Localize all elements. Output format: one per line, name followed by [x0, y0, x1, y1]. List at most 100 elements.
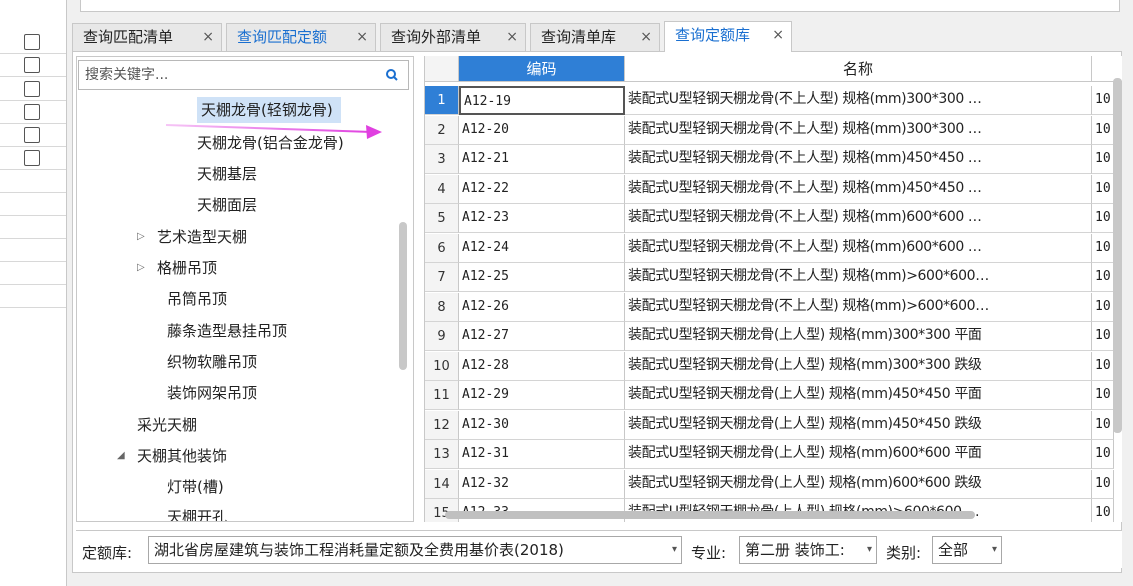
unit-cell[interactable]: 10	[1092, 292, 1114, 322]
row-number[interactable]: 2	[425, 115, 459, 145]
close-icon[interactable]: ×	[506, 24, 518, 50]
close-icon[interactable]: ×	[772, 22, 784, 48]
row-number[interactable]: 11	[425, 381, 459, 410]
name-cell[interactable]: 装配式U型轻钢天棚龙骨(上人型) 规格(mm)600*600 平面	[625, 440, 1092, 469]
tab-4[interactable]: 查询清单库 ×	[530, 23, 660, 51]
unit-cell[interactable]: 10	[1092, 263, 1114, 292]
row-number[interactable]: 13	[425, 440, 459, 469]
major-select[interactable]: 第二册 装饰工: ▾	[739, 536, 877, 564]
tab-1[interactable]: 查询匹配清单 ×	[72, 23, 222, 51]
row-checkbox[interactable]	[24, 150, 40, 166]
code-cell[interactable]: A12-20	[459, 115, 625, 145]
collapse-icon[interactable]: ◢	[117, 443, 125, 469]
tab-5[interactable]: 查询定额库 ×	[664, 21, 792, 52]
code-cell[interactable]: A12-30	[459, 410, 625, 440]
unit-cell[interactable]: 10	[1092, 469, 1114, 499]
row-number[interactable]: 8	[425, 292, 459, 322]
row-number[interactable]: 7	[425, 263, 459, 292]
row-checkbox[interactable]	[24, 81, 40, 97]
name-cell[interactable]: 装配式U型轻钢天棚龙骨(不上人型) 规格(mm)>600*600…	[625, 263, 1092, 292]
search-icon[interactable]	[384, 67, 400, 83]
row-number[interactable]: 4	[425, 174, 459, 204]
code-cell[interactable]: A12-29	[459, 381, 625, 410]
close-icon[interactable]: ×	[356, 24, 368, 50]
code-cell[interactable]: A12-26	[459, 292, 625, 322]
unit-cell[interactable]: 10	[1092, 381, 1114, 410]
name-cell[interactable]: 装配式U型轻钢天棚龙骨(不上人型) 规格(mm)>600*600…	[625, 292, 1092, 322]
name-cell[interactable]: 装配式U型轻钢天棚龙骨(不上人型) 规格(mm)300*300 …	[625, 86, 1092, 115]
tree-item[interactable]: 天棚基层	[197, 161, 257, 187]
unit-cell[interactable]: 10	[1092, 115, 1114, 145]
row-checkbox[interactable]	[24, 57, 40, 73]
row-checkbox[interactable]	[24, 104, 40, 120]
row-number[interactable]: 6	[425, 233, 459, 263]
chevron-down-icon: ▾	[991, 544, 997, 555]
unit-cell[interactable]: 10	[1092, 204, 1114, 233]
unit-cell[interactable]: 10	[1092, 499, 1114, 522]
unit-cell[interactable]: 10	[1092, 145, 1114, 174]
code-cell[interactable]: A12-22	[459, 174, 625, 204]
tree-item[interactable]: ▷ 艺术造型天棚	[137, 224, 247, 250]
unit-cell[interactable]: 10	[1092, 322, 1114, 351]
name-cell[interactable]: 装配式U型轻钢天棚龙骨(上人型) 规格(mm)600*600 跌级	[625, 469, 1092, 499]
name-cell[interactable]: 装配式U型轻钢天棚龙骨(上人型) 规格(mm)300*300 跌级	[625, 351, 1092, 381]
code-cell[interactable]: A12-28	[459, 351, 625, 381]
expand-icon[interactable]: ▷	[137, 255, 145, 281]
tab-3[interactable]: 查询外部清单 ×	[380, 23, 526, 51]
tree-item[interactable]: ◢ 天棚其他装饰	[117, 443, 227, 469]
category-select[interactable]: 全部 ▾	[932, 536, 1002, 564]
tree-item[interactable]: 织物软雕吊顶	[167, 349, 257, 375]
unit-cell[interactable]: 10	[1092, 86, 1114, 115]
code-cell[interactable]: A12-31	[459, 440, 625, 469]
name-cell[interactable]: 装配式U型轻钢天棚龙骨(不上人型) 规格(mm)600*600 …	[625, 233, 1092, 263]
grid-horizontal-scrollbar[interactable]	[445, 511, 975, 519]
name-cell[interactable]: 装配式U型轻钢天棚龙骨(不上人型) 规格(mm)600*600 …	[625, 204, 1092, 233]
unit-cell[interactable]: 10	[1092, 233, 1114, 263]
code-cell[interactable]: A12-25	[459, 263, 625, 292]
unit-cell[interactable]: 10	[1092, 440, 1114, 469]
code-cell[interactable]: A12-21	[459, 145, 625, 174]
header-name[interactable]: 名称	[625, 56, 1092, 82]
tree-item-label: 灯带(槽)	[167, 478, 224, 496]
name-cell[interactable]: 装配式U型轻钢天棚龙骨(不上人型) 规格(mm)450*450 …	[625, 145, 1092, 174]
row-checkbox[interactable]	[24, 127, 40, 143]
name-cell[interactable]: 装配式U型轻钢天棚龙骨(上人型) 规格(mm)300*300 平面	[625, 322, 1092, 351]
quota-library-select[interactable]: 湖北省房屋建筑与装饰工程消耗量定额及全费用基价表(2018) ▾	[148, 536, 682, 564]
tree-item[interactable]: 灯带(槽)	[167, 474, 224, 500]
row-number[interactable]: 1	[425, 86, 459, 115]
tree-item[interactable]: 采光天棚	[137, 412, 197, 438]
tree-scrollbar[interactable]	[399, 222, 407, 370]
header-code[interactable]: 编码	[459, 56, 625, 82]
row-number[interactable]: 3	[425, 145, 459, 174]
row-number[interactable]: 5	[425, 204, 459, 233]
grid-vertical-scrollbar[interactable]	[1113, 78, 1122, 433]
tree-item[interactable]: 天棚面层	[197, 192, 257, 218]
name-cell[interactable]: 装配式U型轻钢天棚龙骨(不上人型) 规格(mm)450*450 …	[625, 174, 1092, 204]
name-cell[interactable]: 装配式U型轻钢天棚龙骨(不上人型) 规格(mm)300*300 …	[625, 115, 1092, 145]
name-cell[interactable]: 装配式U型轻钢天棚龙骨(上人型) 规格(mm)450*450 平面	[625, 381, 1092, 410]
row-number[interactable]: 14	[425, 469, 459, 499]
row-number[interactable]: 12	[425, 410, 459, 440]
search-input[interactable]	[85, 66, 365, 84]
unit-cell[interactable]: 10	[1092, 351, 1114, 381]
code-cell[interactable]: A12-27	[459, 322, 625, 351]
code-cell[interactable]: A12-24	[459, 233, 625, 263]
row-number[interactable]: 9	[425, 322, 459, 351]
close-icon[interactable]: ×	[202, 24, 214, 50]
tree-item[interactable]: 天棚开孔	[167, 504, 227, 521]
tab-2[interactable]: 查询匹配定额 ×	[226, 23, 376, 51]
expand-icon[interactable]: ▷	[137, 224, 145, 250]
row-checkbox[interactable]	[24, 34, 40, 50]
close-icon[interactable]: ×	[640, 24, 652, 50]
tree-item[interactable]: 藤条造型悬挂吊顶	[167, 318, 287, 344]
unit-cell[interactable]: 10	[1092, 410, 1114, 440]
row-number[interactable]: 10	[425, 351, 459, 381]
tree-item[interactable]: 吊筒吊顶	[167, 286, 227, 312]
tree-item[interactable]: 装饰网架吊顶	[167, 380, 257, 406]
code-cell[interactable]: A12-19	[459, 86, 625, 115]
name-cell[interactable]: 装配式U型轻钢天棚龙骨(上人型) 规格(mm)450*450 跌级	[625, 410, 1092, 440]
unit-cell[interactable]: 10	[1092, 174, 1114, 204]
code-cell[interactable]: A12-23	[459, 204, 625, 233]
code-cell[interactable]: A12-32	[459, 469, 625, 499]
tree-item[interactable]: ▷ 格栅吊顶	[137, 255, 217, 281]
